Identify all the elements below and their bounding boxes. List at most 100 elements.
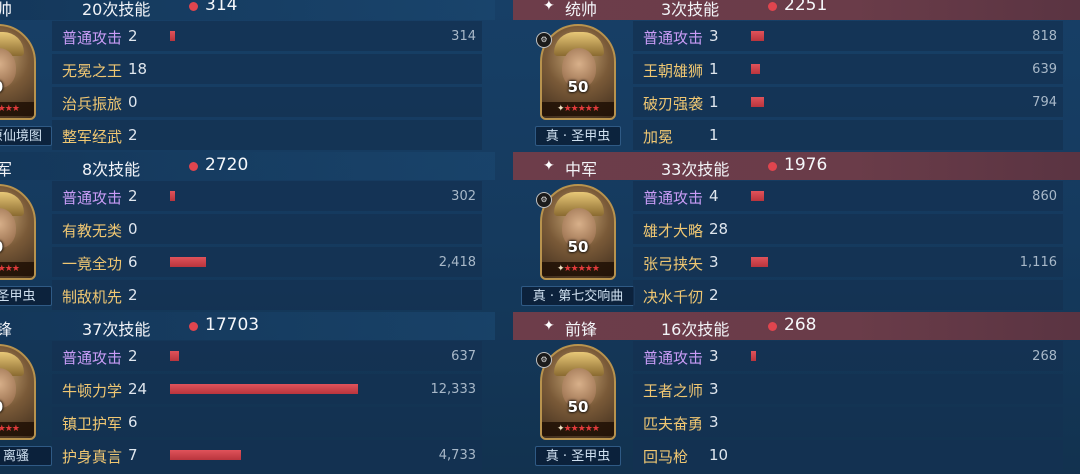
skill-damage-value: 302 (451, 189, 476, 204)
hero-level: 50 (567, 238, 589, 256)
total-damage: 17703 (205, 315, 260, 335)
skill-cast-count: 3 (709, 380, 719, 398)
skill-cast-count: 1 (709, 126, 719, 144)
skill-cast-count: 18 (128, 60, 148, 78)
role-label: 锋 (0, 320, 13, 339)
total-damage: 2720 (205, 155, 249, 175)
hero-portrait[interactable]: 0 ✦★★★★★ (0, 24, 36, 120)
skill-row: 普通攻击 4 860 (633, 181, 1063, 211)
star-rating: ✦★★★★★ (0, 102, 34, 116)
star-rating: ✦★★★★★ (542, 422, 614, 436)
skill-cast-count: 7 (128, 446, 138, 464)
skill-count-label: 37次技能 (82, 320, 151, 339)
role-label: 帅 (0, 0, 13, 19)
right-battle-stats-panel: ✦ 统帅 3次技能 2251 50 ✦★★★★★ ⚙ 真 · 圣甲虫 普通攻击 3 818 王朝雄狮 1… (513, 0, 1080, 474)
skill-count-label: 3次技能 (661, 0, 720, 19)
damage-bar (751, 257, 768, 267)
skill-cast-count: 28 (709, 220, 729, 238)
group-header: ✦ 中军 33次技能 1976 (513, 152, 1080, 180)
hero-level: 0 (0, 398, 34, 416)
group-header: 军 8次技能 2720 (0, 152, 495, 180)
sparkle-icon: ✦ (543, 158, 555, 174)
hero-level: 0 (0, 78, 34, 96)
skill-row: 决水千仞 2 (633, 280, 1063, 310)
skill-row: 加冕 1 (633, 120, 1063, 150)
hero-level: 50 (567, 78, 589, 96)
skill-name: 王朝雄狮 (643, 62, 704, 80)
equipment-icon[interactable]: ⚙ (536, 32, 552, 48)
hero-level: 50 (567, 398, 589, 416)
skill-cast-count: 2 (128, 347, 138, 365)
group-header: 帅 20次技能 314 (0, 0, 495, 20)
skill-name: 无冕之王 (62, 62, 123, 80)
skill-damage-value: 12,333 (430, 382, 477, 397)
skill-cast-count: 3 (709, 347, 719, 365)
skill-name: 普通攻击 (643, 349, 704, 367)
skill-cast-count: 3 (709, 253, 719, 271)
equipment-icon[interactable]: ⚙ (536, 352, 552, 368)
skill-name: 普通攻击 (62, 349, 123, 367)
skill-name: 一竟全功 (62, 255, 123, 273)
skill-damage-value: 2,418 (438, 255, 476, 270)
skill-cast-count: 24 (128, 380, 148, 398)
skill-row: 回马枪 10 (633, 440, 1063, 470)
skill-row: 一竟全功 6 2,418 (52, 247, 482, 277)
damage-bar (751, 351, 756, 361)
skill-damage-value: 314 (451, 29, 476, 44)
hero-portrait[interactable]: 0 ✦★★★★★ (0, 344, 36, 440)
damage-bar (751, 64, 760, 74)
group-header: 锋 37次技能 17703 (0, 312, 495, 340)
skill-name: 制敌机先 (62, 288, 123, 306)
total-damage: 2251 (784, 0, 828, 15)
skill-row: 张弓挟矢 3 1,116 (633, 247, 1063, 277)
gear-label[interactable]: 圣甲虫 (0, 286, 52, 306)
star-rating: ✦★★★★★ (0, 262, 34, 276)
skill-cast-count: 2 (128, 27, 138, 45)
skill-row: 破刃强袭 1 794 (633, 87, 1063, 117)
equipment-icon[interactable]: ⚙ (536, 192, 552, 208)
star-rating: ✦★★★★★ (0, 422, 34, 436)
gear-label[interactable]: 真 · 第七交响曲 (521, 286, 635, 306)
hero-portrait[interactable]: 0 ✦★★★★★ (0, 184, 36, 280)
damage-bar (170, 257, 206, 267)
damage-dot-icon (189, 162, 198, 171)
skill-cast-count: 0 (128, 220, 138, 238)
star-rating: ✦★★★★★ (542, 262, 614, 276)
gear-label[interactable]: 原仙境图 (0, 126, 52, 146)
skill-name: 整军经武 (62, 128, 123, 146)
hero-level: 0 (0, 238, 34, 256)
sparkle-icon: ✦ (543, 0, 555, 14)
group-header: ✦ 统帅 3次技能 2251 (513, 0, 1080, 20)
damage-bar (170, 450, 241, 460)
damage-bar (170, 384, 358, 394)
skill-cast-count: 3 (709, 27, 719, 45)
damage-bar (170, 191, 175, 201)
skill-name: 回马枪 (643, 448, 689, 466)
gear-label[interactable]: 真 · 圣甲虫 (535, 446, 621, 466)
skill-row: 牛顿力学 24 12,333 (52, 374, 482, 404)
role-label: 统帅 (565, 0, 598, 19)
skill-row: 治兵振旅 0 (52, 87, 482, 117)
skill-row: 普通攻击 2 302 (52, 181, 482, 211)
skill-count-label: 33次技能 (661, 160, 730, 179)
gear-label[interactable]: 真 · 圣甲虫 (535, 126, 621, 146)
skill-cast-count: 3 (709, 413, 719, 431)
skill-row: 普通攻击 3 268 (633, 341, 1063, 371)
skill-cast-count: 2 (128, 187, 138, 205)
group-header: ✦ 前锋 16次技能 268 (513, 312, 1080, 340)
skill-cast-count: 6 (128, 413, 138, 431)
skill-name: 王者之师 (643, 382, 704, 400)
skill-name: 加冕 (643, 128, 674, 146)
skill-cast-count: 6 (128, 253, 138, 271)
skill-name: 普通攻击 (62, 189, 123, 207)
gear-label[interactable]: 离骚 (0, 446, 52, 466)
skill-row: 制敌机先 2 (52, 280, 482, 310)
skill-row: 镇卫护军 6 (52, 407, 482, 437)
skill-cast-count: 2 (128, 126, 138, 144)
skill-count-label: 20次技能 (82, 0, 151, 19)
damage-dot-icon (189, 2, 198, 11)
skill-name: 护身真言 (62, 448, 123, 466)
skill-row: 护身真言 7 4,733 (52, 440, 482, 470)
skill-row: 匹夫奋勇 3 (633, 407, 1063, 437)
skill-row: 有教无类 0 (52, 214, 482, 244)
